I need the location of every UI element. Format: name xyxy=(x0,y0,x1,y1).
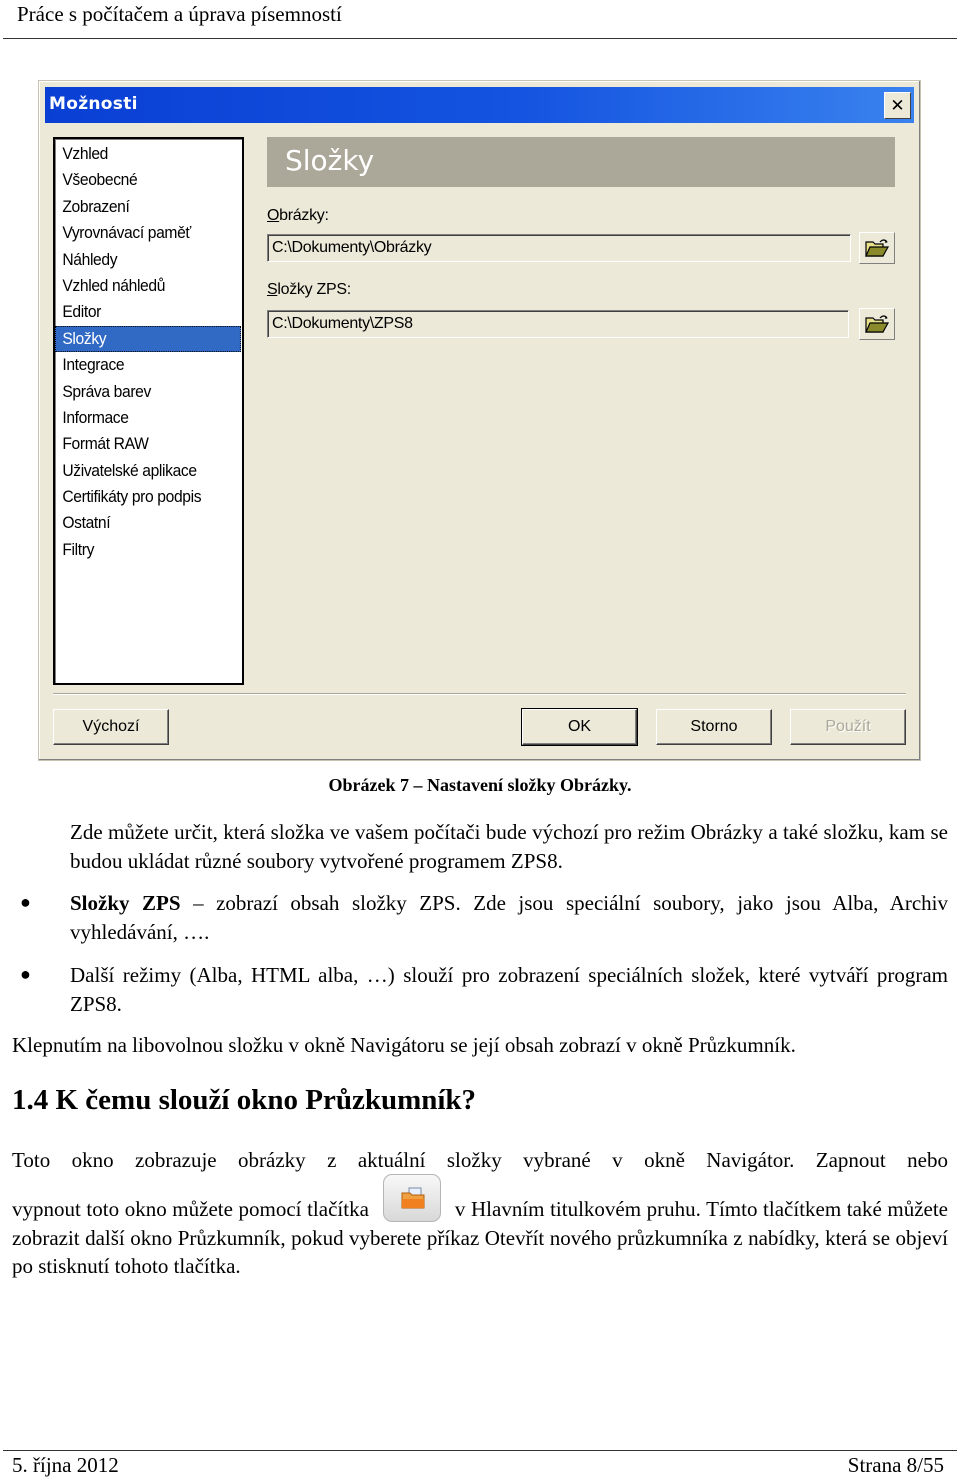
footer-rule xyxy=(3,1450,957,1451)
section-title: Složky xyxy=(285,144,375,177)
options-dialog: Možnosti ✕ Vzhled Všeobecné Zobrazení Vyrov… xyxy=(38,80,921,761)
pictures-folder-input[interactable] xyxy=(267,234,851,262)
page-header-title: Práce s počítačem a úprava písemností xyxy=(17,2,342,26)
default-button[interactable]: Výchozí xyxy=(53,709,169,745)
dialog-separator xyxy=(53,693,906,695)
section-banner: Složky xyxy=(267,137,895,187)
open-folder-icon xyxy=(865,315,890,333)
nav-item[interactable]: Uživatelské aplikace xyxy=(55,458,241,484)
bullet-icon: ● xyxy=(20,892,31,912)
nav-item[interactable]: Správa barev xyxy=(55,379,241,405)
nav-item[interactable]: Certifikáty pro podpis xyxy=(55,484,241,510)
nav-item[interactable]: Formát RAW xyxy=(55,431,241,457)
nav-item[interactable]: Zobrazení xyxy=(55,194,241,220)
options-category-list[interactable]: Vzhled Všeobecné Zobrazení Vyrovnávací pamě… xyxy=(53,137,244,685)
bullet-zps-folders: Složky ZPS – zobrazí obsah složky ZPS. Z… xyxy=(70,891,949,944)
intro-paragraph: Zde můžete určit, která složka ve vašem … xyxy=(70,820,948,873)
close-icon: ✕ xyxy=(890,95,905,116)
click-instruction: Klepnutím na libovolnou složku v okně Na… xyxy=(12,1033,796,1057)
footer-date: 5. října 2012 xyxy=(12,1453,119,1477)
nav-item[interactable]: Filtry xyxy=(55,537,241,563)
explorer-paragraph-line1: Toto okno zobrazuje obrázky z aktuální s… xyxy=(12,1148,948,1172)
nav-item[interactable]: Náhledy xyxy=(55,247,241,273)
zps-folder-input[interactable] xyxy=(267,310,849,338)
dialog-titlebar[interactable]: Možnosti ✕ xyxy=(45,87,914,123)
nav-item[interactable]: Složky xyxy=(55,325,241,353)
nav-item[interactable]: Informace xyxy=(55,405,241,431)
dialog-title: Možnosti xyxy=(49,94,138,114)
pictures-folder-label: Obrázky: xyxy=(267,207,329,224)
header-rule xyxy=(3,38,957,39)
cancel-button[interactable]: Storno xyxy=(656,709,772,745)
browse-zps-folder-button[interactable] xyxy=(859,308,895,340)
nav-item[interactable]: Editor xyxy=(55,299,241,325)
nav-item[interactable]: Vyrovnávací paměť xyxy=(55,220,241,246)
apply-button[interactable]: Použít xyxy=(790,709,906,745)
nav-item[interactable]: Všeobecné xyxy=(55,167,241,193)
bullet-other-modes: Další režimy (Alba, HTML alba, …) slouží… xyxy=(70,963,948,1016)
explorer-paragraph-rest: vypnout toto okno můžete pomocí tlačítka… xyxy=(12,1174,948,1281)
nav-item[interactable]: Ostatní xyxy=(55,510,241,536)
footer-page-number: Strana 8/55 xyxy=(847,1453,944,1477)
nav-item[interactable]: Vzhled xyxy=(55,141,241,167)
explorer-toggle-button xyxy=(382,1174,441,1222)
browse-pictures-folder-button[interactable] xyxy=(859,232,895,264)
bullet-icon: ● xyxy=(20,964,31,984)
nav-item[interactable]: Integrace xyxy=(55,352,241,378)
nav-item[interactable]: Vzhled náhledů xyxy=(55,273,241,299)
section-heading: 1.4 K čemu slouží okno Průzkumník? xyxy=(12,1084,477,1116)
explorer-folder-icon xyxy=(401,1187,425,1209)
ok-button[interactable]: OK xyxy=(521,708,638,746)
zps-folder-label: Složky ZPS: xyxy=(267,281,351,298)
open-folder-icon xyxy=(865,239,890,257)
figure-caption: Obrázek 7 – Nastavení složky Obrázky. xyxy=(328,775,632,795)
close-button[interactable]: ✕ xyxy=(884,92,911,119)
